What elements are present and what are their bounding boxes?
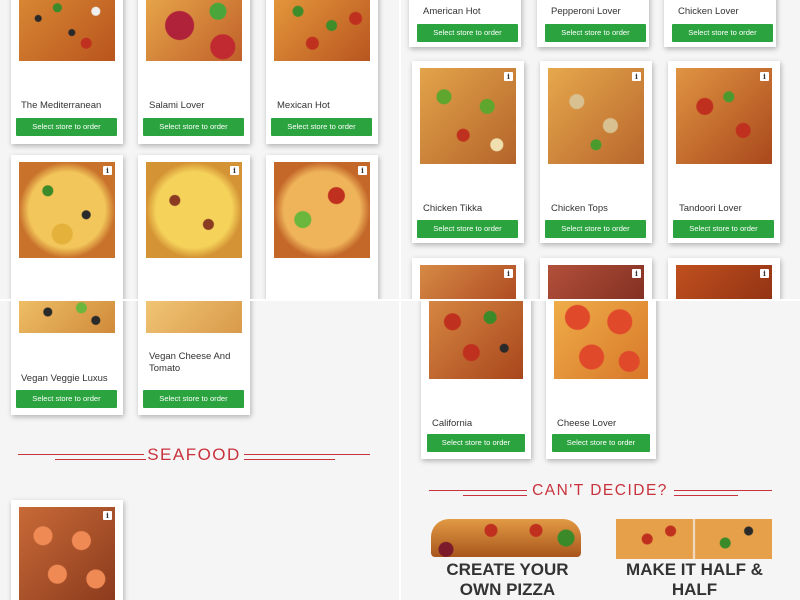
pizza-banner-image xyxy=(431,519,581,557)
select-store-button[interactable]: Select store to order xyxy=(427,434,525,452)
product-card: i xyxy=(11,500,123,600)
quadrant-divider xyxy=(0,299,800,301)
section-divider xyxy=(55,459,146,460)
product-card: Pepperoni Lover Select store to order xyxy=(537,0,649,47)
product-card: i xyxy=(266,155,378,299)
product-card: California Select store to order xyxy=(421,301,531,459)
cta-title: MAKE IT HALF & HALF xyxy=(626,560,763,599)
select-store-button[interactable]: Select store to order xyxy=(545,24,646,42)
product-card: i Chicken Tikka Select store to order xyxy=(412,61,524,243)
pizza-image[interactable] xyxy=(19,301,115,333)
section-title: CAN'T DECIDE? xyxy=(532,482,668,499)
product-card: i xyxy=(11,155,123,299)
info-icon[interactable]: i xyxy=(103,511,112,520)
info-icon[interactable]: i xyxy=(632,72,641,81)
viewport-bottom-left: Vegan Veggie Luxus Select store to order… xyxy=(0,301,399,600)
product-name: California xyxy=(432,418,473,429)
product-card: i xyxy=(668,258,780,299)
product-card: Vegan Veggie Luxus Select store to order xyxy=(11,301,123,415)
create-your-own-pizza-link[interactable]: CREATE YOUR OWN PIZZA xyxy=(425,517,590,600)
pizza-image[interactable] xyxy=(146,0,242,61)
viewport-top-left: The Mediterranean Select store to order … xyxy=(0,0,399,299)
info-icon[interactable]: i xyxy=(230,166,239,175)
product-name: Vegan Veggie Luxus xyxy=(21,373,108,384)
pizza-image[interactable] xyxy=(429,301,523,379)
product-name: Vegan Cheese And Tomato xyxy=(149,351,231,374)
select-store-button[interactable]: Select store to order xyxy=(16,118,117,136)
info-icon[interactable]: i xyxy=(504,269,513,278)
select-store-button[interactable]: Select store to order xyxy=(673,220,774,238)
product-name: Chicken Tikka xyxy=(423,203,483,214)
section-divider xyxy=(18,454,144,455)
pizza-image[interactable] xyxy=(19,507,115,600)
product-card: The Mediterranean Select store to order xyxy=(11,0,123,144)
product-card: Salami Lover Select store to order xyxy=(138,0,250,144)
info-icon[interactable]: i xyxy=(760,269,769,278)
product-card: Chicken Lover Select store to order xyxy=(664,0,776,47)
viewport-top-right: American Hot Select store to order Peppe… xyxy=(401,0,800,299)
pizza-image[interactable] xyxy=(420,68,516,164)
product-name: Tandoori Lover xyxy=(679,203,742,214)
product-card: i xyxy=(138,155,250,299)
pizza-image[interactable] xyxy=(420,265,516,299)
product-card: Mexican Hot Select store to order xyxy=(266,0,378,144)
select-store-button[interactable]: Select store to order xyxy=(271,118,372,136)
product-name: Chicken Tops xyxy=(551,203,608,214)
section-divider xyxy=(244,454,370,455)
product-card: i xyxy=(412,258,524,299)
info-icon[interactable]: i xyxy=(358,166,367,175)
select-store-button[interactable]: Select store to order xyxy=(143,390,244,408)
info-icon[interactable]: i xyxy=(504,72,513,81)
pizza-image[interactable] xyxy=(548,68,644,164)
product-name: Mexican Hot xyxy=(277,100,330,111)
product-name: Cheese Lover xyxy=(557,418,617,429)
pizza-image[interactable] xyxy=(274,162,370,258)
section-divider xyxy=(674,490,772,491)
pizza-image[interactable] xyxy=(676,265,772,299)
select-store-button[interactable]: Select store to order xyxy=(143,118,244,136)
pizza-image[interactable] xyxy=(554,301,648,379)
info-icon[interactable]: i xyxy=(103,166,112,175)
product-name: American Hot xyxy=(423,6,481,17)
product-card: American Hot Select store to order xyxy=(409,0,521,47)
viewport-bottom-right: California Select store to order Cheese … xyxy=(401,301,800,600)
select-store-button[interactable]: Select store to order xyxy=(417,24,518,42)
section-divider xyxy=(429,490,527,491)
cta-title: CREATE YOUR OWN PIZZA xyxy=(446,560,569,599)
product-card: Vegan Cheese And Tomato Select store to … xyxy=(138,301,250,415)
product-card: i xyxy=(540,258,652,299)
pizza-image[interactable] xyxy=(676,68,772,164)
info-icon[interactable]: i xyxy=(632,269,641,278)
pizza-image[interactable] xyxy=(146,301,242,333)
product-name: Chicken Lover xyxy=(678,6,739,17)
info-icon[interactable]: i xyxy=(760,72,769,81)
pizza-banner-image xyxy=(616,519,772,559)
product-name: Pepperoni Lover xyxy=(551,6,621,17)
product-name: Salami Lover xyxy=(149,100,205,111)
product-name: The Mediterranean xyxy=(21,100,102,111)
section-divider xyxy=(463,495,527,496)
select-store-button[interactable]: Select store to order xyxy=(16,390,117,408)
section-divider xyxy=(674,495,738,496)
select-store-button[interactable]: Select store to order xyxy=(552,434,650,452)
product-card: i Tandoori Lover Select store to order xyxy=(668,61,780,243)
pizza-image[interactable] xyxy=(19,0,115,61)
product-card: Cheese Lover Select store to order xyxy=(546,301,656,459)
pizza-image[interactable] xyxy=(548,265,644,299)
section-divider xyxy=(244,459,335,460)
select-store-button[interactable]: Select store to order xyxy=(545,220,646,238)
pizza-image[interactable] xyxy=(19,162,115,258)
select-store-button[interactable]: Select store to order xyxy=(672,24,773,42)
pizza-image[interactable] xyxy=(146,162,242,258)
section-title: SEAFOOD xyxy=(147,445,241,464)
select-store-button[interactable]: Select store to order xyxy=(417,220,518,238)
half-and-half-link[interactable]: MAKE IT HALF & HALF xyxy=(612,517,777,600)
product-card: i Chicken Tops Select store to order xyxy=(540,61,652,243)
pizza-image[interactable] xyxy=(274,0,370,61)
